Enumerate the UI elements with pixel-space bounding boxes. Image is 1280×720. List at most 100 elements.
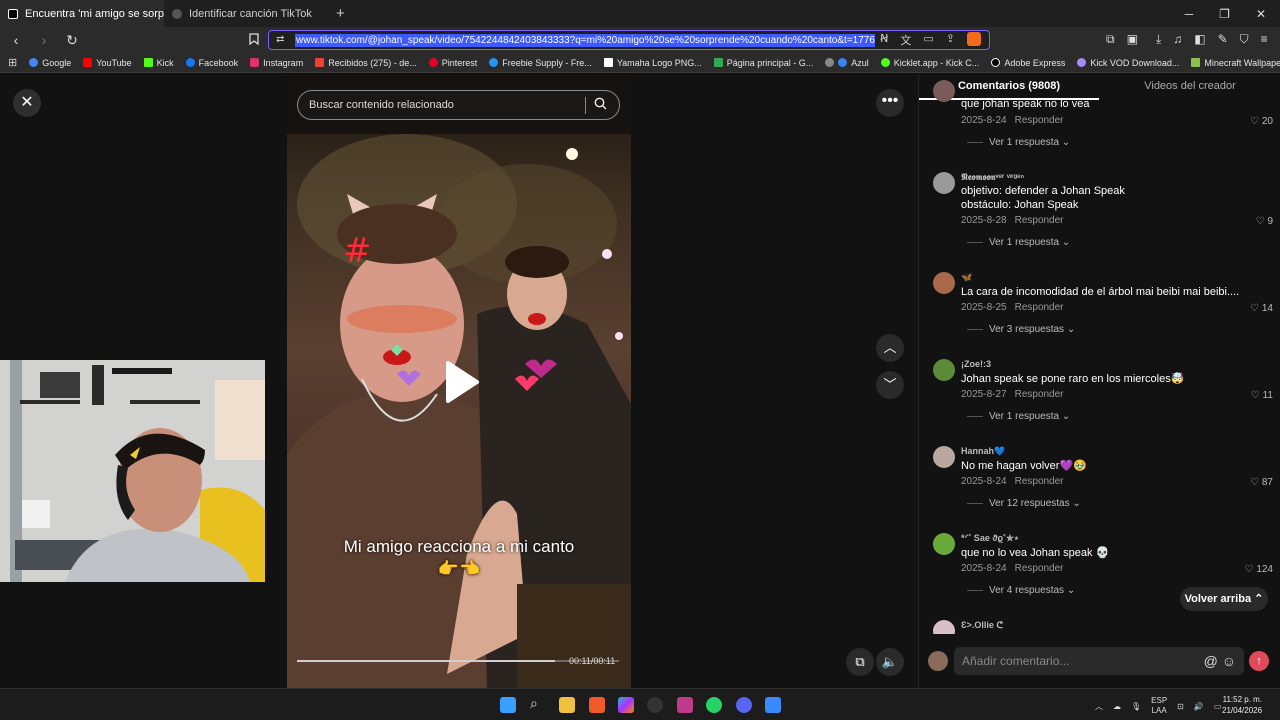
emoji-icon[interactable]: ☺ — [1222, 653, 1236, 669]
volume-icon[interactable]: 🔈 — [876, 648, 904, 676]
discord-icon[interactable] — [736, 697, 752, 713]
avatar[interactable] — [933, 446, 955, 468]
avatar[interactable] — [933, 359, 955, 381]
view-replies[interactable]: Ver 1 respuesta ⌄ — [967, 237, 1070, 248]
avatar[interactable] — [933, 272, 955, 294]
avatar[interactable] — [933, 172, 955, 194]
comment-author[interactable]: Hannah💙 — [961, 446, 1005, 457]
close-window-icon[interactable]: ✕ — [1256, 7, 1266, 21]
more-options-icon[interactable]: ••• — [876, 89, 904, 117]
like-count[interactable]: ♡ 11 — [1251, 390, 1273, 401]
network-icon[interactable]: ⊡ — [1177, 702, 1184, 711]
search-icon[interactable]: ⌕ — [530, 695, 546, 711]
vpn-icon[interactable]: ⛉ — [1240, 32, 1249, 47]
back-to-top-button[interactable]: Volver arriba ⌃ — [1180, 587, 1268, 611]
microphone-icon[interactable]: 🎙 — [1131, 702, 1141, 711]
view-replies[interactable]: Ver 1 respuesta ⌄ — [967, 411, 1070, 422]
menu-icon[interactable]: ≡ — [1261, 32, 1268, 47]
screenshot-icon[interactable]: ▣ — [1127, 32, 1138, 47]
next-video-icon[interactable]: ﹀ — [876, 371, 904, 399]
view-replies[interactable]: Ver 4 respuestas ⌄ — [967, 585, 1075, 596]
forward-icon[interactable]: › — [36, 32, 52, 48]
language-indicator[interactable]: ESP LAA — [1151, 696, 1167, 716]
previous-video-icon[interactable]: ︿ — [876, 334, 904, 362]
bookmark-google[interactable]: Google — [29, 58, 71, 68]
bookmark-yamaha[interactable]: Yamaha Logo PNG... — [603, 58, 702, 68]
reply-button[interactable]: Responder — [1015, 476, 1064, 487]
bookmark-kickvod[interactable]: Kick VOD Download... — [1077, 58, 1179, 68]
editor-icon[interactable] — [765, 697, 781, 713]
copilot-icon[interactable] — [618, 697, 634, 713]
browser-tab[interactable]: Identificar canción TikTok — [164, 0, 330, 27]
bookmark-freebie[interactable]: Freebie Supply - Fre... — [489, 58, 592, 68]
bookmark-facebook[interactable]: Facebook — [185, 58, 238, 68]
comment-author[interactable]: Ɛ>.Ollie ᕦ — [961, 620, 1003, 631]
onedrive-icon[interactable]: ☁ — [1113, 702, 1121, 711]
start-icon[interactable] — [500, 697, 516, 713]
bookmark-instagram[interactable]: Instagram — [250, 58, 303, 68]
like-count[interactable]: ♡ 124 — [1245, 564, 1273, 575]
file-explorer-icon[interactable] — [559, 697, 575, 713]
browser-tab-active[interactable]: Encuentra 'mi amigo se sorpren… ✕ — [0, 0, 164, 27]
reader-icon[interactable]: Ꞥ — [880, 32, 888, 48]
comment-input[interactable]: Añadir comentario... @ ☺ — [954, 647, 1244, 675]
avatar[interactable] — [933, 80, 955, 102]
bookmark-azul[interactable]: Azul — [825, 58, 869, 68]
sidebar-icon[interactable]: ◧ — [1194, 32, 1205, 47]
like-count[interactable]: ♡ 9 — [1256, 216, 1273, 227]
bookmark-youtube[interactable]: YouTube — [83, 58, 132, 68]
comment-author[interactable]: *ᐟ˚ Sae ϑϱ˚✮⋆ — [961, 533, 1019, 544]
bookmark-pinterest[interactable]: Pinterest — [428, 58, 477, 68]
brave-icon[interactable] — [589, 697, 605, 713]
download-icon[interactable]: ⤓ — [1156, 32, 1161, 47]
send-icon[interactable]: ↑ — [1249, 651, 1269, 671]
reply-button[interactable]: Responder — [1015, 115, 1064, 126]
back-icon[interactable]: ‹ — [8, 32, 24, 48]
wallet-icon[interactable]: ✎ — [1218, 32, 1228, 47]
picture-in-picture-icon[interactable]: ⧉ — [846, 648, 874, 676]
bookmark-adobe[interactable]: Adobe Express — [991, 58, 1065, 68]
battery-icon[interactable]: ▭ — [1214, 702, 1222, 711]
bookmark-icon[interactable] — [246, 32, 262, 48]
address-bar[interactable]: ⇄ www.tiktok.com/@johan_speak/video/7542… — [268, 30, 990, 50]
like-count[interactable]: ♡ 87 — [1250, 477, 1273, 488]
avatar[interactable] — [933, 620, 955, 634]
mention-icon[interactable]: @ — [1204, 653, 1218, 669]
related-search-input[interactable]: Buscar contenido relacionado — [297, 90, 620, 120]
like-count[interactable]: ♡ 14 — [1250, 303, 1273, 314]
avatar[interactable] — [933, 533, 955, 555]
app-icon[interactable] — [677, 697, 693, 713]
reply-button[interactable]: Responder — [1015, 302, 1064, 313]
minimize-icon[interactable]: ─ — [1185, 7, 1194, 21]
cast-icon[interactable]: ▭ — [923, 32, 933, 48]
tray-chevron-icon[interactable]: ︿ — [1095, 701, 1103, 712]
volume-tray-icon[interactable]: 🔊 — [1194, 702, 1204, 711]
translate-icon[interactable]: 文 — [900, 32, 911, 48]
reload-icon[interactable]: ↻ — [64, 32, 80, 49]
apps-grid-icon[interactable]: ⊞ — [8, 56, 17, 69]
new-tab-icon[interactable]: + — [336, 5, 345, 22]
search-icon[interactable] — [594, 97, 607, 113]
bookmark-minecraft[interactable]: Minecraft Wallpaper... — [1191, 58, 1280, 68]
bookmark-gmail[interactable]: Recibidos (275) - de... — [315, 58, 417, 68]
view-replies[interactable]: Ver 1 respuesta ⌄ — [967, 137, 1070, 148]
share-icon[interactable]: ⇪ — [946, 32, 955, 48]
obs-icon[interactable] — [647, 697, 663, 713]
like-count[interactable]: ♡ 20 — [1250, 116, 1273, 127]
view-replies[interactable]: Ver 12 respuestas ⌄ — [967, 498, 1081, 509]
url-text[interactable]: www.tiktok.com/@johan_speak/video/754224… — [295, 33, 875, 47]
music-icon[interactable]: ♫ — [1173, 32, 1182, 47]
brave-shield-icon[interactable] — [967, 32, 981, 46]
whatsapp-icon[interactable] — [706, 697, 722, 713]
reply-button[interactable]: Responder — [1015, 389, 1064, 400]
extensions-icon[interactable]: ⧉ — [1106, 32, 1115, 47]
close-viewer-icon[interactable]: ✕ — [13, 89, 41, 117]
comment-author[interactable]: 🦋 — [961, 272, 972, 283]
clock[interactable]: 11:52 p. m. 21/04/2026 — [1222, 694, 1262, 716]
reply-button[interactable]: Responder — [1015, 215, 1064, 226]
comment-author[interactable]: ¡Zoe!:3 — [961, 359, 991, 369]
comment-author[interactable]: 𝕹𝖊𝖔𝖒𝖔𝖔𝖓ᵛᵉʳ ᵛᶦʳᵍᵉⁿ — [961, 172, 1024, 183]
bookmark-kicklet[interactable]: Kicklet.app - Kick C... — [880, 58, 979, 68]
reply-button[interactable]: Responder — [1015, 563, 1064, 574]
play-icon[interactable] — [444, 360, 480, 404]
